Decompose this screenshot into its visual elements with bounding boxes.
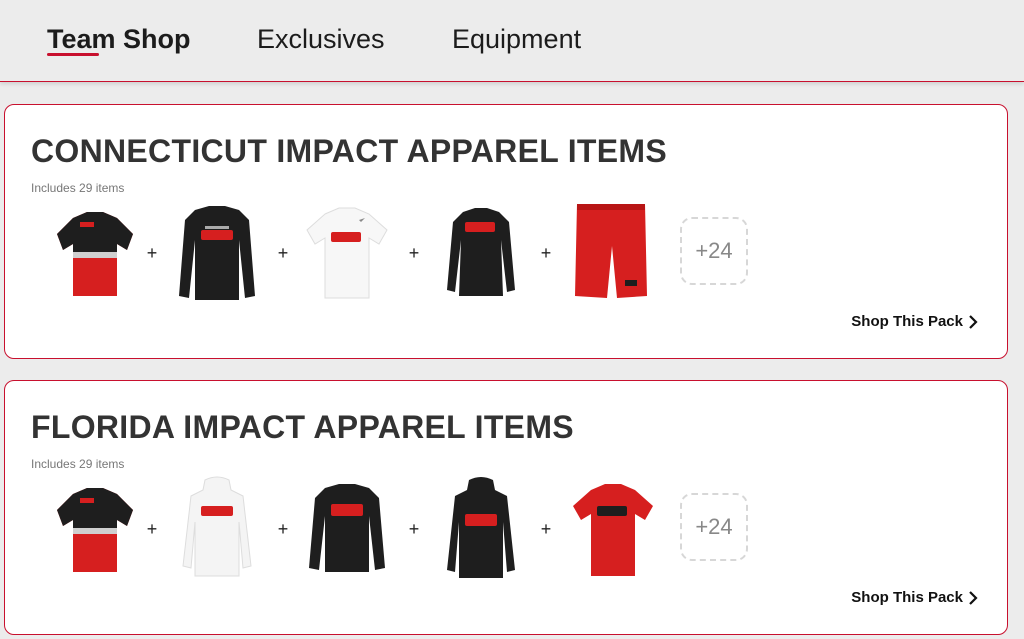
plus-separator: +: [146, 243, 158, 263]
product-image-colorblock-tee[interactable]: [43, 476, 147, 582]
more-items-badge[interactable]: +24: [680, 217, 748, 285]
pack-item-count: Includes 29 items: [31, 457, 125, 471]
product-image-white-tee[interactable]: [295, 200, 399, 306]
tab-equipment[interactable]: Equipment: [452, 24, 581, 55]
product-image-black-womens-long-sleeve[interactable]: [429, 200, 533, 306]
plus-separator: +: [408, 243, 420, 263]
plus-separator: +: [146, 519, 158, 539]
product-image-red-tee[interactable]: [561, 476, 665, 582]
product-image-red-shorts[interactable]: [565, 200, 669, 306]
pack-card: CONNECTICUT IMPACT APPAREL ITEMS Include…: [4, 104, 1008, 359]
pack-title: CONNECTICUT IMPACT APPAREL ITEMS: [31, 133, 667, 169]
product-image-black-hoodie[interactable]: [429, 476, 533, 582]
shop-this-pack-link[interactable]: Shop This Pack: [851, 313, 979, 330]
pack-card: FLORIDA IMPACT APPAREL ITEMS Includes 29…: [4, 380, 1008, 635]
shop-this-pack-link[interactable]: Shop This Pack: [851, 589, 979, 606]
active-tab-underline: [47, 53, 99, 56]
pack-item-count: Includes 29 items: [31, 181, 125, 195]
tab-team-shop[interactable]: Team Shop: [47, 24, 191, 55]
plus-separator: +: [277, 519, 289, 539]
product-image-white-hoodie[interactable]: [165, 476, 269, 582]
product-image-black-crewneck[interactable]: [295, 476, 399, 582]
plus-separator: +: [540, 243, 552, 263]
plus-separator: +: [540, 519, 552, 539]
tab-exclusives[interactable]: Exclusives: [257, 24, 385, 55]
pack-title: FLORIDA IMPACT APPAREL ITEMS: [31, 409, 574, 445]
shop-this-pack-label: Shop This Pack: [851, 313, 963, 330]
chevron-right-icon: [969, 314, 978, 329]
chevron-right-icon: [969, 590, 978, 605]
product-image-black-long-sleeve[interactable]: [165, 200, 269, 306]
shop-this-pack-label: Shop This Pack: [851, 589, 963, 606]
more-items-badge[interactable]: +24: [680, 493, 748, 561]
top-nav: Team Shop Exclusives Equipment: [0, 0, 1024, 82]
plus-separator: +: [408, 519, 420, 539]
product-image-colorblock-tee[interactable]: [43, 200, 147, 306]
plus-separator: +: [277, 243, 289, 263]
